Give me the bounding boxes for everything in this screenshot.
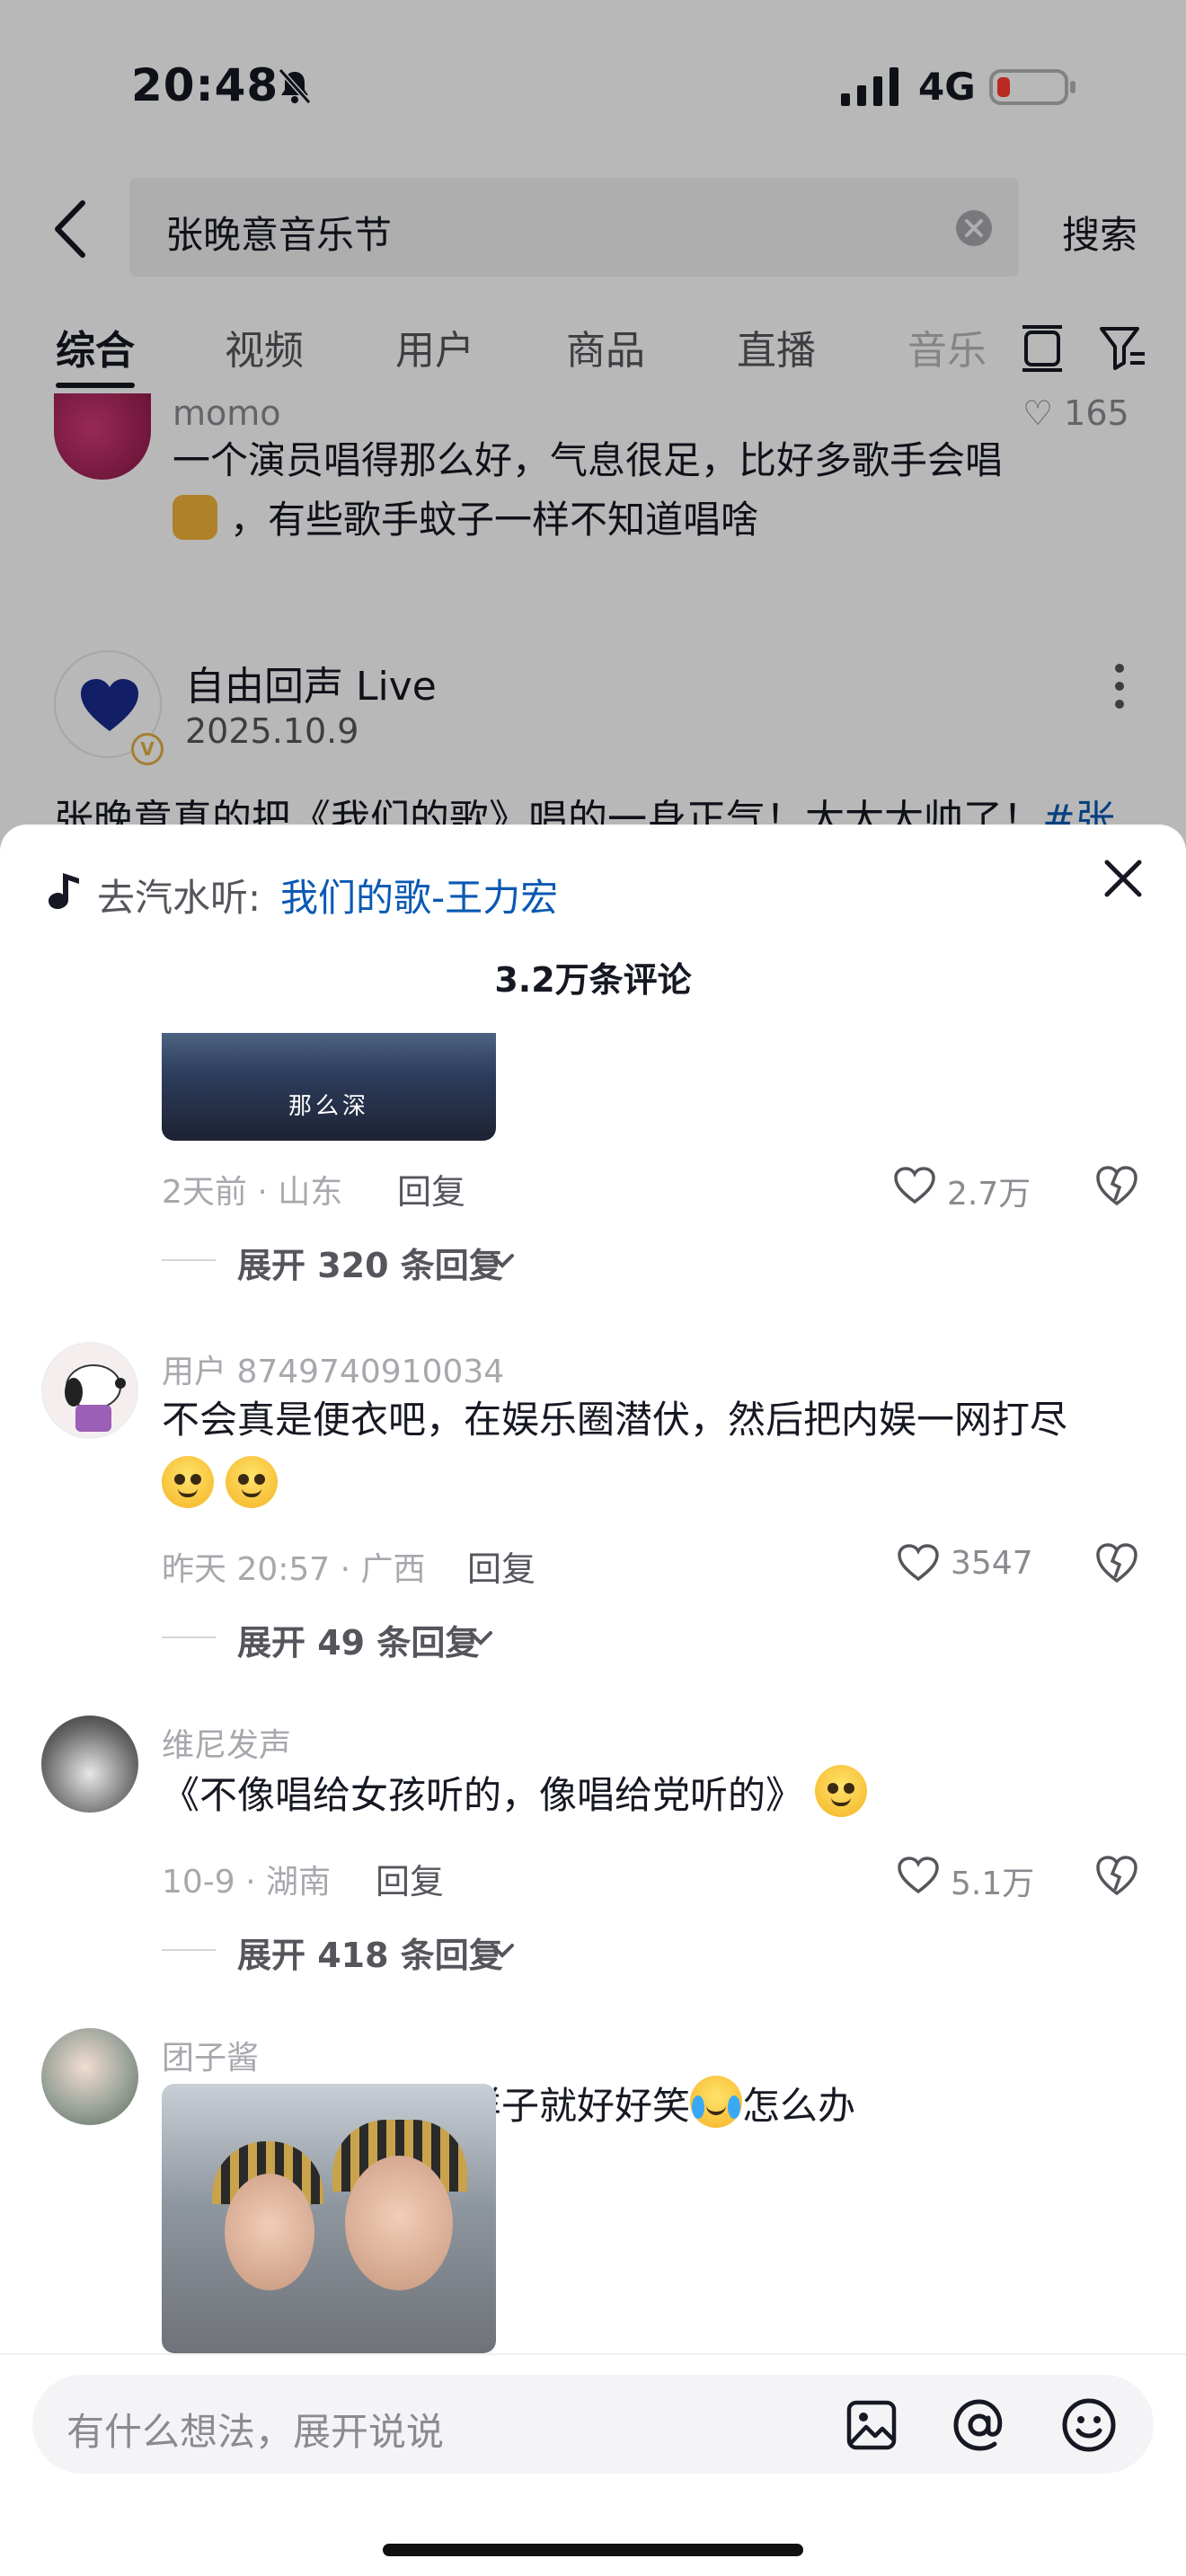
dim-overlay[interactable] — [0, 0, 1186, 898]
expand-text: 展开 320 条回复 — [237, 1246, 503, 1285]
comment-meta: 昨天 20:57 · 广西 — [162, 1551, 426, 1588]
comment-image[interactable]: 那么深 — [162, 1033, 496, 1141]
input-placeholder: 有什么想法，展开说说 — [66, 2410, 445, 2454]
grin-emoji — [162, 1456, 214, 1508]
expand-divider — [162, 1949, 216, 1951]
reply-button[interactable]: 回复 — [376, 1854, 444, 1903]
face-right — [345, 2156, 453, 2290]
dislike-icon[interactable] — [1094, 1854, 1139, 1897]
comment-count: 3.2万条评论 — [494, 960, 692, 1000]
avatar[interactable] — [41, 2028, 138, 2125]
laugh-cry-emoji — [690, 2076, 743, 2128]
thumb-caption: 那么深 — [288, 1093, 369, 1120]
grin-emoji — [815, 1765, 868, 1817]
heart-icon[interactable] — [893, 1166, 936, 1205]
expand-divider — [162, 1636, 216, 1638]
heart-icon[interactable] — [897, 1543, 940, 1583]
chevron-down-icon — [491, 1254, 514, 1268]
snoopy-avatar-icon — [65, 1364, 126, 1432]
music-note-icon — [49, 873, 79, 909]
music-prefix: 去汽水听: — [97, 876, 261, 920]
grin-emoji — [226, 1456, 279, 1508]
comment-list[interactable]: 那么深 2天前 · 山东 回复 2.7万 展开 320 条回复 用户 87497… — [0, 1033, 1186, 2353]
home-indicator[interactable] — [383, 2544, 803, 2556]
reply-button[interactable]: 回复 — [467, 1541, 535, 1591]
expand-text: 展开 418 条回复 — [237, 1936, 503, 1975]
reply-button[interactable]: 回复 — [397, 1164, 465, 1213]
music-title-link[interactable]: 我们的歌-王力宏 — [280, 868, 558, 922]
like-count: 5.1万 — [951, 1866, 1035, 1902]
comment-username[interactable]: 用户 8749740910034 — [162, 1345, 504, 1392]
heart-icon[interactable] — [897, 1856, 940, 1895]
close-icon[interactable] — [1102, 857, 1145, 900]
chevron-down-icon — [469, 1631, 492, 1645]
comment-text-after: 怎么办 — [742, 2084, 856, 2128]
like-count: 2.7万 — [947, 1176, 1031, 1213]
expand-divider — [162, 1259, 216, 1261]
at-icon[interactable] — [951, 2396, 1008, 2454]
face-left — [225, 2174, 314, 2290]
like-count: 3547 — [951, 1545, 1033, 1582]
expand-text: 展开 49 条回复 — [237, 1623, 480, 1663]
search-results-page: 20:48 4G 张晚意音乐节 搜索 综合 视频 用户 商品 直播 音乐 mom… — [0, 0, 1186, 898]
comment-text-body: 《不像唱给女孩听的，像唱给党听的》 — [162, 1773, 804, 1817]
dislike-icon[interactable] — [1094, 1541, 1139, 1584]
comments-sheet: 去汽水听: 我们的歌-王力宏 3.2万条评论 那么深 2天前 · 山东 回复 2… — [0, 825, 1186, 2576]
avatar[interactable] — [41, 1716, 138, 1813]
comment-meta: 10-9 · 湖南 — [162, 1864, 332, 1901]
comment-input[interactable]: 有什么想法，展开说说 — [32, 2375, 1154, 2474]
comment-image[interactable] — [162, 2084, 496, 2353]
comment-username[interactable]: 团子酱 — [162, 2032, 259, 2078]
comment-input-bar: 有什么想法，展开说说 — [0, 2353, 1186, 2576]
emoji-icon[interactable] — [1060, 2396, 1118, 2454]
comment-text: 不会真是便衣吧，在娱乐圈潜伏，然后把内娱一网打尽 — [162, 1387, 1132, 1520]
comment-text-body: 不会真是便衣吧，在娱乐圈潜伏，然后把内娱一网打尽 — [162, 1398, 1068, 1442]
image-icon[interactable] — [845, 2398, 898, 2452]
comment-username[interactable]: 维尼发声 — [162, 1719, 291, 1766]
dislike-icon[interactable] — [1094, 1164, 1139, 1207]
chevron-down-icon — [491, 1944, 514, 1958]
comment-meta: 2天前 · 山东 — [162, 1174, 343, 1211]
comment-text: 《不像唱给女孩听的，像唱给党听的》 — [162, 1762, 1132, 1829]
avatar[interactable] — [41, 1342, 138, 1439]
